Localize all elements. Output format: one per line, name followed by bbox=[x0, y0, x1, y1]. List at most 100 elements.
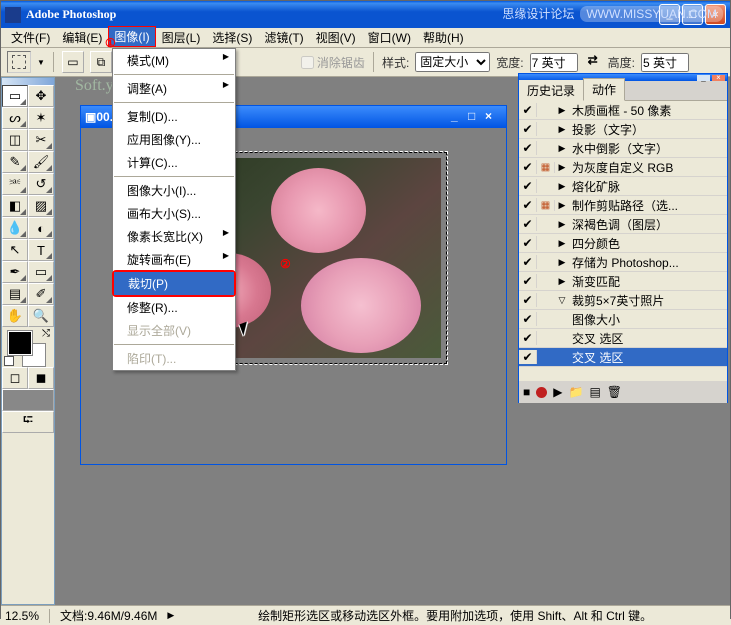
toggle-check[interactable]: ✔ bbox=[519, 160, 537, 174]
doc-close[interactable]: × bbox=[485, 109, 502, 126]
play-icon[interactable]: ▶ bbox=[553, 385, 562, 399]
mi-rotate[interactable]: 旋转画布(E) bbox=[113, 248, 235, 271]
toggle-check[interactable]: ✔ bbox=[519, 103, 537, 117]
toggle-check[interactable]: ✔ bbox=[519, 255, 537, 269]
mi-crop[interactable]: 裁切(P) bbox=[114, 272, 234, 295]
menu-filter[interactable]: 滤镜(T) bbox=[258, 27, 309, 48]
toggle-check[interactable]: ✔ bbox=[519, 198, 537, 212]
action-row[interactable]: ✔交叉 选区 bbox=[519, 348, 727, 367]
toggle-check[interactable]: ✔ bbox=[519, 236, 537, 250]
tool-preset[interactable] bbox=[7, 51, 31, 73]
toggle-check[interactable]: ✔ bbox=[519, 217, 537, 231]
mi-adjust[interactable]: 调整(A) bbox=[113, 77, 235, 100]
toggle-check[interactable]: ✔ bbox=[519, 122, 537, 136]
mi-duplicate[interactable]: 复制(D)... bbox=[113, 105, 235, 128]
new-set-icon[interactable]: 📁 bbox=[568, 385, 583, 399]
type-tool[interactable]: T bbox=[28, 239, 54, 261]
toggle-check[interactable]: ✔ bbox=[519, 274, 537, 288]
heal-tool[interactable]: ✎ bbox=[2, 151, 28, 173]
action-row[interactable]: ✔▶熔化矿脉 bbox=[519, 177, 727, 196]
menu-edit[interactable]: 编辑(E) bbox=[56, 27, 108, 48]
expand-icon[interactable]: ▶ bbox=[555, 162, 569, 173]
mi-pixel-ratio[interactable]: 像素长宽比(X) bbox=[113, 225, 235, 248]
toggle-check[interactable]: ✔ bbox=[519, 141, 537, 155]
default-colors-icon[interactable] bbox=[4, 356, 14, 366]
mi-trim[interactable]: 修整(R)... bbox=[113, 296, 235, 319]
sel-new-icon[interactable]: ▭ bbox=[62, 51, 84, 73]
notes-tool[interactable]: ▤ bbox=[2, 283, 28, 305]
action-row[interactable]: ✔▶木质画框 - 50 像素 bbox=[519, 101, 727, 120]
style-select[interactable]: 固定大小 bbox=[415, 52, 490, 72]
expand-icon[interactable]: ▶ bbox=[555, 276, 569, 287]
toggle-check[interactable]: ✔ bbox=[519, 179, 537, 193]
dialog-toggle[interactable]: ▦ bbox=[537, 162, 555, 173]
trash-icon[interactable]: 🗑 bbox=[607, 385, 622, 399]
status-menu-icon[interactable]: ▶ bbox=[167, 610, 174, 621]
expand-icon[interactable]: ▶ bbox=[555, 219, 569, 230]
swap-colors-icon[interactable]: ⤭ bbox=[42, 328, 50, 339]
action-row[interactable]: ✔▶存储为 Photoshop... bbox=[519, 253, 727, 272]
crop-tool[interactable]: ◫ bbox=[2, 129, 28, 151]
menu-file[interactable]: 文件(F) bbox=[5, 27, 56, 48]
action-row[interactable]: ✔▽裁剪5×7英寸照片 bbox=[519, 291, 727, 310]
action-row[interactable]: ✔▶四分颜色 bbox=[519, 234, 727, 253]
dialog-toggle[interactable]: ▦ bbox=[537, 200, 555, 211]
zoom-tool[interactable]: 🔍 bbox=[28, 305, 54, 327]
mi-calc[interactable]: 计算(C)... bbox=[113, 151, 235, 174]
stop-icon[interactable]: ■ bbox=[523, 385, 530, 399]
menu-help[interactable]: 帮助(H) bbox=[417, 27, 470, 48]
panel-minimize[interactable]: _ bbox=[697, 75, 710, 81]
expand-icon[interactable]: ▶ bbox=[555, 143, 569, 154]
action-row[interactable]: ✔图像大小 bbox=[519, 310, 727, 329]
jump-to[interactable]: ⮓ bbox=[2, 411, 54, 433]
toggle-check[interactable]: ✔ bbox=[519, 331, 537, 345]
history-brush-tool[interactable]: ↺ bbox=[28, 173, 54, 195]
mi-mode[interactable]: 模式(M) bbox=[113, 49, 235, 72]
path-tool[interactable]: ↖ bbox=[2, 239, 28, 261]
swap-wh-icon[interactable]: ⇄ bbox=[584, 53, 602, 71]
panel-close[interactable]: × bbox=[712, 75, 725, 81]
brush-tool[interactable]: 🖌 bbox=[28, 151, 54, 173]
menu-window[interactable]: 窗口(W) bbox=[362, 27, 417, 48]
gradient-tool[interactable]: ▨ bbox=[28, 195, 54, 217]
toggle-check[interactable]: ✔ bbox=[519, 350, 537, 364]
fg-color[interactable] bbox=[8, 331, 32, 355]
expand-icon[interactable]: ▶ bbox=[555, 181, 569, 192]
action-row[interactable]: ✔交叉 选区 bbox=[519, 329, 727, 348]
toggle-check[interactable]: ✔ bbox=[519, 312, 537, 326]
expand-icon[interactable]: ▶ bbox=[555, 124, 569, 135]
tab-actions[interactable]: 动作 bbox=[583, 78, 625, 101]
shape-tool[interactable]: ▭ bbox=[28, 261, 54, 283]
lasso-tool[interactable]: ᔕ bbox=[2, 107, 28, 129]
width-input[interactable] bbox=[530, 53, 578, 72]
move-tool[interactable]: ✥ bbox=[28, 85, 54, 107]
action-row[interactable]: ✔▶水中倒影（文字） bbox=[519, 139, 727, 158]
doc-maximize[interactable]: □ bbox=[468, 109, 485, 126]
menu-view[interactable]: 视图(V) bbox=[310, 27, 362, 48]
mi-apply-image[interactable]: 应用图像(Y)... bbox=[113, 128, 235, 151]
blur-tool[interactable]: 💧 bbox=[2, 217, 28, 239]
menu-layer[interactable]: 图层(L) bbox=[156, 27, 207, 48]
wand-tool[interactable]: ✶ bbox=[28, 107, 54, 129]
tab-history[interactable]: 历史记录 bbox=[519, 80, 583, 101]
hand-tool[interactable]: ✋ bbox=[2, 305, 28, 327]
action-row[interactable]: ✔▶渐变匹配 bbox=[519, 272, 727, 291]
stamp-tool[interactable]: ⎃ bbox=[2, 173, 28, 195]
dodge-tool[interactable]: ◐ bbox=[28, 217, 54, 239]
expand-icon[interactable]: ▶ bbox=[555, 238, 569, 249]
zoom-level[interactable]: 12.5% bbox=[5, 609, 50, 623]
pen-tool[interactable]: ✒ bbox=[2, 261, 28, 283]
action-row[interactable]: ✔▶投影（文字） bbox=[519, 120, 727, 139]
expand-icon[interactable]: ▶ bbox=[555, 257, 569, 268]
eyedropper-tool[interactable]: ✐ bbox=[28, 283, 54, 305]
toggle-check[interactable]: ✔ bbox=[519, 293, 537, 307]
quickmask-mode[interactable]: ◼ bbox=[28, 367, 54, 389]
action-row[interactable]: ✔▦▶为灰度自定义 RGB bbox=[519, 158, 727, 177]
sel-add-icon[interactable]: ⧉ bbox=[90, 51, 112, 73]
screen-std[interactable] bbox=[2, 389, 54, 411]
slice-tool[interactable]: ✂ bbox=[28, 129, 54, 151]
mi-canvas-size[interactable]: 画布大小(S)... bbox=[113, 202, 235, 225]
action-row[interactable]: ✔▦▶制作剪贴路径（选... bbox=[519, 196, 727, 215]
new-action-icon[interactable]: ▤ bbox=[589, 385, 600, 399]
marquee-tool[interactable]: ▭ bbox=[2, 85, 28, 107]
